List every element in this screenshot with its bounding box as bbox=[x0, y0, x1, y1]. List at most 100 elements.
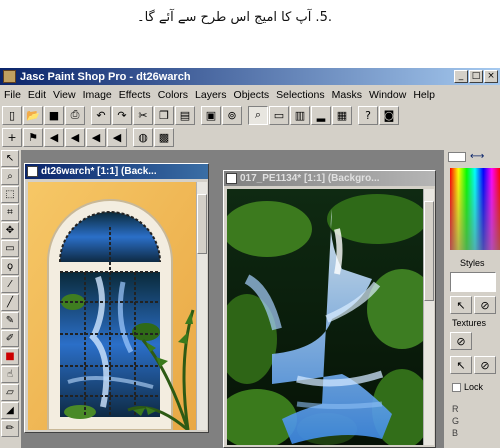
window-controls: _ □ × bbox=[454, 70, 498, 83]
cut-icon[interactable]: ✂ bbox=[133, 105, 153, 125]
browse-icon[interactable]: ▣ bbox=[201, 105, 221, 125]
arrow-left-icon[interactable]: ◀ bbox=[44, 127, 64, 147]
lock-toggle[interactable]: Lock bbox=[452, 382, 483, 392]
document-scrollbar[interactable] bbox=[423, 189, 434, 445]
tool-palette: ↖ ⌕ ⬚ ⌗ ✥ ▭ ϙ ⁄ ╱ ✎ ✐ ■ ☝ ▱ ◢ ✏ bbox=[1, 150, 20, 448]
retouch-tool-icon[interactable]: ☝ bbox=[1, 366, 19, 383]
document-window-arch[interactable]: dt26warch* [1:1] (Back... bbox=[24, 163, 209, 433]
layers-icon[interactable]: ▦ bbox=[332, 105, 352, 125]
texture-null-icon[interactable]: ⊘ bbox=[450, 332, 472, 350]
arrow-left-4-icon[interactable]: ◀ bbox=[107, 127, 127, 147]
null-style-icon[interactable]: ⊘ bbox=[474, 296, 496, 314]
undo-icon[interactable]: ↶ bbox=[91, 105, 111, 125]
clone-tool-icon[interactable]: ✐ bbox=[1, 330, 19, 347]
minimize-button[interactable]: _ bbox=[454, 70, 468, 83]
flag-icon[interactable]: ⚑ bbox=[23, 127, 43, 147]
deform-tool-icon[interactable]: ⬚ bbox=[1, 186, 19, 203]
menu-file[interactable]: File bbox=[4, 89, 21, 101]
help-icon[interactable]: ? bbox=[358, 105, 378, 125]
canvas-arch-window[interactable] bbox=[28, 182, 197, 430]
lock-checkbox[interactable] bbox=[452, 382, 461, 392]
document-icon bbox=[27, 166, 38, 177]
current-color-swatch[interactable] bbox=[448, 152, 466, 162]
rgb-b-label: B bbox=[452, 428, 459, 438]
menu-effects[interactable]: Effects bbox=[119, 89, 151, 101]
dropper-tool-icon[interactable]: ╱ bbox=[1, 294, 19, 311]
open-icon[interactable]: 📂 bbox=[23, 105, 43, 125]
crop-tool-icon[interactable]: ⌗ bbox=[1, 204, 19, 221]
document-window-waterfall[interactable]: 017_PE1134* [1:1] (Backgro... bbox=[223, 170, 436, 448]
tool-options-icon[interactable]: ◙ bbox=[379, 105, 399, 125]
palette-icon[interactable]: ▥ bbox=[290, 105, 310, 125]
text-tool-icon[interactable]: ✏ bbox=[1, 420, 19, 437]
document-title: 017_PE1134* [1:1] (Backgro... bbox=[240, 173, 380, 184]
menu-help[interactable]: Help bbox=[413, 89, 435, 101]
menu-bar: File Edit View Image Effects Colors Laye… bbox=[0, 86, 500, 103]
urdu-caption: .5. آپ کا امیج اس طرح سے آئے گا۔ bbox=[136, 10, 332, 25]
menu-colors[interactable]: Colors bbox=[158, 89, 188, 101]
menu-image[interactable]: Image bbox=[83, 89, 112, 101]
maximize-button[interactable]: □ bbox=[469, 70, 483, 83]
menu-masks[interactable]: Masks bbox=[332, 89, 362, 101]
menu-window[interactable]: Window bbox=[369, 89, 406, 101]
close-button[interactable]: × bbox=[484, 70, 498, 83]
waterfall-photo bbox=[227, 189, 424, 445]
canvas-waterfall[interactable] bbox=[227, 189, 424, 445]
workspace: dt26warch* [1:1] (Back... 017_PE1134* [1… bbox=[21, 150, 444, 448]
document-icon bbox=[226, 173, 237, 184]
paste-icon[interactable]: ▤ bbox=[175, 105, 195, 125]
standard-toolbar: ▯ 📂 ■ ⎙ ↶ ↷ ✂ ❐ ▤ ▣ ⊚ ⌕ ▭ ▥ ▂ ▦ ? ◙ bbox=[2, 104, 399, 126]
zoom-icon[interactable]: ⌕ bbox=[248, 105, 268, 125]
new-file-icon[interactable]: ▯ bbox=[2, 105, 22, 125]
menu-edit[interactable]: Edit bbox=[28, 89, 46, 101]
menu-layers[interactable]: Layers bbox=[195, 89, 227, 101]
zoom-tool-icon[interactable]: ⌕ bbox=[1, 168, 19, 185]
arrow-left-3-icon[interactable]: ◀ bbox=[86, 127, 106, 147]
app-icon bbox=[3, 70, 16, 83]
color-replacer-tool-icon[interactable]: ■ bbox=[1, 348, 19, 365]
overview-icon[interactable]: ▭ bbox=[269, 105, 289, 125]
scrollbar-thumb[interactable] bbox=[424, 201, 434, 301]
secondary-toolbar: + ⚑ ◀ ◀ ◀ ◀ ◍ ▩ bbox=[2, 126, 174, 148]
document-title-bar[interactable]: dt26warch* [1:1] (Back... bbox=[25, 164, 208, 179]
fill-tool-icon[interactable]: ◢ bbox=[1, 402, 19, 419]
paint-shop-pro-window: Jasc Paint Shop Pro - dt26warch _ □ × Fi… bbox=[0, 68, 500, 448]
crosshair-icon[interactable]: + bbox=[2, 127, 22, 147]
globe-icon[interactable]: ◍ bbox=[133, 127, 153, 147]
scanner-icon[interactable]: ⊚ bbox=[222, 105, 242, 125]
style-arrow-icon[interactable]: ↖ bbox=[450, 296, 472, 314]
scrollbar-thumb[interactable] bbox=[197, 194, 207, 254]
arch-window-artwork bbox=[28, 182, 197, 430]
color-spectrum[interactable] bbox=[450, 168, 500, 250]
swap-colors-icon[interactable]: ⟷ bbox=[470, 151, 484, 162]
arrow-tool-icon[interactable]: ↖ bbox=[1, 150, 19, 167]
textures-label: Textures bbox=[452, 318, 487, 328]
texture-null-2-icon[interactable]: ⊘ bbox=[474, 356, 496, 374]
histogram-icon[interactable]: ▂ bbox=[311, 105, 331, 125]
rgb-g-label: G bbox=[452, 416, 460, 426]
document-title-bar[interactable]: 017_PE1134* [1:1] (Backgro... bbox=[224, 171, 435, 186]
paintbrush-tool-icon[interactable]: ✎ bbox=[1, 312, 19, 329]
title-bar[interactable]: Jasc Paint Shop Pro - dt26warch _ □ × bbox=[0, 68, 500, 85]
color-palette-panel: ⟷ Styles ↖ ⊘ Textures ⊘ ↖ ⊘ Lock R G B bbox=[446, 150, 500, 448]
gray-icon[interactable]: ▩ bbox=[154, 127, 174, 147]
foreground-style-box[interactable] bbox=[450, 272, 496, 292]
document-scrollbar[interactable] bbox=[196, 182, 207, 430]
selection-tool-icon[interactable]: ▭ bbox=[1, 240, 19, 257]
mover-tool-icon[interactable]: ✥ bbox=[1, 222, 19, 239]
window-title: Jasc Paint Shop Pro - dt26warch bbox=[20, 70, 191, 83]
menu-objects[interactable]: Objects bbox=[234, 89, 270, 101]
menu-view[interactable]: View bbox=[53, 89, 76, 101]
eraser-tool-icon[interactable]: ▱ bbox=[1, 384, 19, 401]
menu-selections[interactable]: Selections bbox=[276, 89, 324, 101]
redo-icon[interactable]: ↷ bbox=[112, 105, 132, 125]
magic-wand-tool-icon[interactable]: ⁄ bbox=[1, 276, 19, 293]
styles-label: Styles bbox=[460, 258, 485, 268]
copy-icon[interactable]: ❐ bbox=[154, 105, 174, 125]
texture-arrow-icon[interactable]: ↖ bbox=[450, 356, 472, 374]
freehand-tool-icon[interactable]: ϙ bbox=[1, 258, 19, 275]
print-icon[interactable]: ⎙ bbox=[65, 105, 85, 125]
arrow-left-2-icon[interactable]: ◀ bbox=[65, 127, 85, 147]
rgb-r-label: R bbox=[452, 404, 459, 414]
save-icon[interactable]: ■ bbox=[44, 105, 64, 125]
